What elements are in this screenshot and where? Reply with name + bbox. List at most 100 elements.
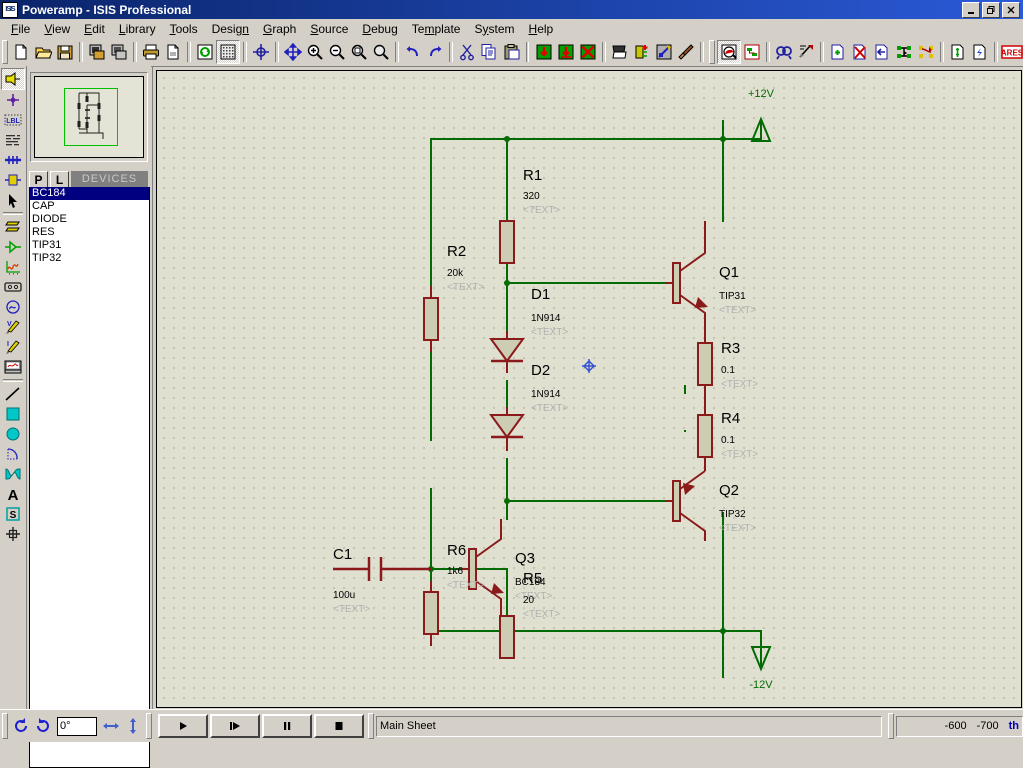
component-R3[interactable]: R3 0.1 <TEXT> bbox=[697, 333, 758, 396]
menu-file[interactable]: File bbox=[4, 20, 37, 38]
power-terminal-negative[interactable]: -12V bbox=[749, 646, 773, 691]
exit-sheet-icon[interactable] bbox=[871, 41, 893, 63]
block-copy-icon[interactable] bbox=[532, 41, 554, 63]
cut-icon[interactable] bbox=[456, 41, 478, 63]
menu-library[interactable]: Library bbox=[112, 20, 163, 38]
paste-icon[interactable] bbox=[500, 41, 522, 63]
line-tool-icon[interactable] bbox=[2, 384, 24, 404]
design-explorer-icon[interactable] bbox=[795, 41, 817, 63]
circle-tool-icon[interactable] bbox=[2, 424, 24, 444]
component-D1[interactable]: D1 1N914 <TEXT> bbox=[489, 286, 568, 373]
pick-device-icon[interactable] bbox=[609, 41, 631, 63]
statusbar-grip[interactable] bbox=[2, 713, 8, 739]
text-tool-icon[interactable]: A bbox=[2, 484, 24, 504]
electrical-rule-check-icon[interactable] bbox=[915, 41, 937, 63]
property-assignment-icon[interactable] bbox=[773, 41, 795, 63]
voltage-probe-icon[interactable]: V bbox=[2, 317, 24, 337]
search-tag-icon[interactable] bbox=[741, 41, 763, 63]
make-device-icon[interactable] bbox=[631, 41, 653, 63]
pan-icon[interactable] bbox=[282, 41, 304, 63]
remove-sheet-icon[interactable] bbox=[849, 41, 871, 63]
decompose-icon[interactable] bbox=[675, 41, 697, 63]
subcircuit-icon[interactable] bbox=[2, 170, 24, 190]
menu-edit[interactable]: Edit bbox=[77, 20, 112, 38]
rotate-anticlockwise-icon[interactable] bbox=[32, 715, 54, 737]
menu-system[interactable]: System bbox=[467, 20, 521, 38]
redo-icon[interactable] bbox=[424, 41, 446, 63]
circuit-schematic[interactable]: +12V -12V R1 320 <TEXT> R2 20k <TEXT> D1… bbox=[157, 71, 1021, 707]
bus-icon[interactable] bbox=[2, 150, 24, 170]
save-disk-icon[interactable] bbox=[54, 41, 76, 63]
list-item[interactable]: TIP31 bbox=[30, 239, 149, 252]
component-R1[interactable]: R1 320 <TEXT> bbox=[499, 167, 560, 264]
component-D2[interactable]: D2 1N914 <TEXT> bbox=[489, 362, 568, 451]
junction-dot-icon[interactable]: LBL bbox=[2, 110, 24, 130]
step-button[interactable] bbox=[210, 714, 260, 738]
play-button[interactable] bbox=[158, 714, 208, 738]
mirror-horizontal-icon[interactable] bbox=[100, 715, 122, 737]
selection-mode-icon[interactable] bbox=[1, 68, 25, 90]
maximize-button[interactable] bbox=[982, 1, 1000, 18]
menu-design[interactable]: Design bbox=[205, 20, 256, 38]
zoom-in-icon[interactable] bbox=[304, 41, 326, 63]
symbol-tool-icon[interactable]: S bbox=[2, 504, 24, 524]
zoom-out-icon[interactable] bbox=[326, 41, 348, 63]
block-delete-icon[interactable] bbox=[577, 41, 599, 63]
print-area-icon[interactable] bbox=[162, 41, 184, 63]
undo-icon[interactable] bbox=[402, 41, 424, 63]
import-section-icon[interactable] bbox=[86, 41, 108, 63]
copy-icon[interactable] bbox=[478, 41, 500, 63]
component-C1[interactable]: C1 100u <TEXT> bbox=[333, 546, 431, 615]
menu-help[interactable]: Help bbox=[522, 20, 561, 38]
list-item[interactable]: RES bbox=[30, 226, 149, 239]
toolbar-grip-2[interactable] bbox=[708, 40, 715, 64]
list-item[interactable]: BC184 bbox=[30, 187, 149, 200]
arc-tool-icon[interactable] bbox=[2, 444, 24, 464]
statusbar-grip-2[interactable] bbox=[146, 713, 152, 739]
component-mode-icon[interactable] bbox=[2, 90, 24, 110]
mirror-vertical-icon[interactable] bbox=[122, 715, 144, 737]
new-file-icon[interactable] bbox=[10, 41, 32, 63]
zoom-area-icon[interactable] bbox=[348, 41, 370, 63]
netlist-compiler-icon[interactable] bbox=[947, 41, 969, 63]
menu-template[interactable]: Template bbox=[405, 20, 468, 38]
netlist-ares-icon[interactable] bbox=[969, 41, 991, 63]
graph-icon[interactable] bbox=[2, 257, 24, 277]
menu-source[interactable]: Source bbox=[303, 20, 355, 38]
menu-tools[interactable]: Tools bbox=[163, 20, 205, 38]
component-Q2[interactable]: Q2 TIP32 <TEXT> bbox=[665, 470, 756, 541]
stop-button[interactable] bbox=[314, 714, 364, 738]
instant-edit-icon[interactable] bbox=[2, 190, 24, 210]
power-terminal-positive[interactable]: +12V bbox=[748, 88, 775, 142]
generator-icon[interactable] bbox=[2, 297, 24, 317]
devices-list[interactable]: BC184 CAP DIODE RES TIP31 TIP32 bbox=[29, 187, 150, 768]
toolbar-grip[interactable] bbox=[2, 40, 8, 64]
component-R5[interactable]: R5 20 <TEXT> bbox=[499, 570, 560, 659]
list-item[interactable]: CAP bbox=[30, 200, 149, 213]
tape-recorder-icon[interactable] bbox=[2, 277, 24, 297]
box-tool-icon[interactable] bbox=[2, 404, 24, 424]
toggle-grid-icon[interactable] bbox=[216, 40, 241, 64]
ares-icon[interactable]: ARES bbox=[1001, 41, 1023, 63]
rotation-input[interactable]: 0° bbox=[57, 716, 97, 736]
device-pin-icon[interactable] bbox=[2, 237, 24, 257]
pause-button[interactable] bbox=[262, 714, 312, 738]
origin-icon[interactable] bbox=[250, 41, 272, 63]
packaging-tool-icon[interactable] bbox=[653, 41, 675, 63]
minimize-button[interactable] bbox=[962, 1, 980, 18]
component-R4[interactable]: R4 0.1 <TEXT> bbox=[697, 396, 758, 471]
text-script-icon[interactable] bbox=[2, 130, 24, 150]
refresh-display-icon[interactable] bbox=[194, 41, 216, 63]
current-probe-icon[interactable]: I bbox=[2, 337, 24, 357]
block-move-icon[interactable] bbox=[555, 41, 577, 63]
open-folder-icon[interactable] bbox=[32, 41, 54, 63]
marker-tool-icon[interactable] bbox=[2, 524, 24, 544]
list-item[interactable]: TIP32 bbox=[30, 252, 149, 265]
overview-panel[interactable] bbox=[30, 72, 148, 162]
export-section-icon[interactable] bbox=[108, 41, 130, 63]
wire-autorouter-icon[interactable] bbox=[716, 40, 741, 64]
path-tool-icon[interactable] bbox=[2, 464, 24, 484]
statusbar-grip-4[interactable] bbox=[888, 713, 894, 739]
bill-of-materials-icon[interactable] bbox=[893, 41, 915, 63]
statusbar-grip-3[interactable] bbox=[368, 713, 374, 739]
